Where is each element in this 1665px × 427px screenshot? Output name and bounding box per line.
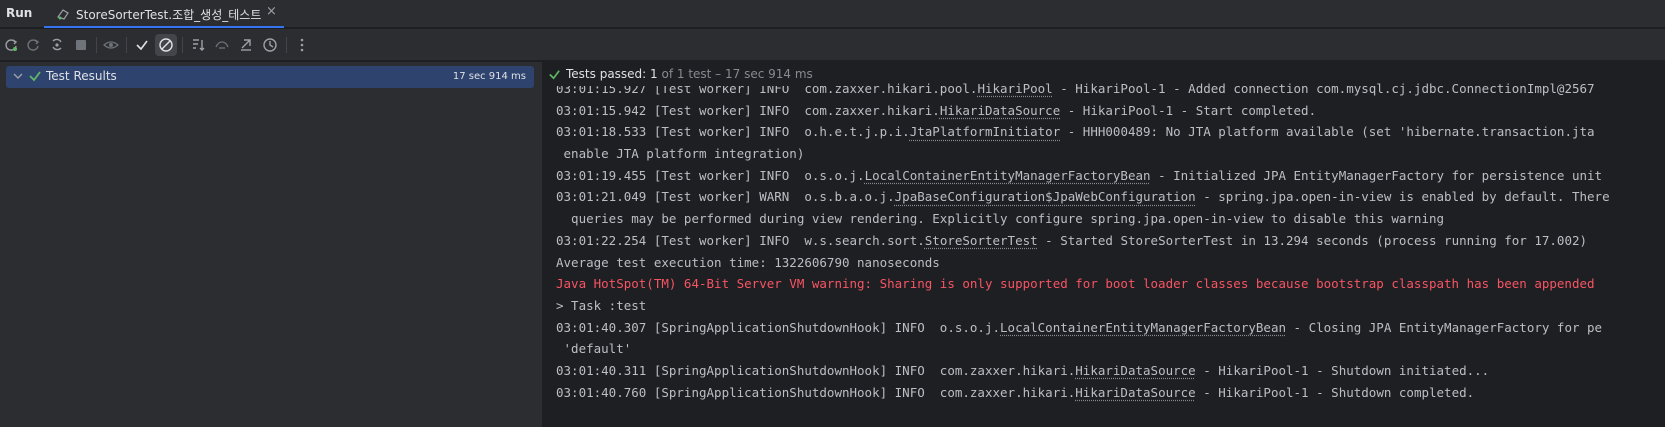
console-line-text: - HikariPool-1 - Added connection com.my… [1052, 81, 1595, 96]
sort-icon[interactable] [187, 34, 209, 56]
show-passed-icon[interactable] [131, 34, 153, 56]
tree-item-label: Test Results [46, 69, 117, 83]
console-line-text: - HHH000489: No JTA platform available (… [1060, 124, 1595, 140]
console-line-text: 'default' [556, 341, 632, 357]
console-class-link[interactable]: StoreSorterTest [925, 233, 1038, 248]
console-line-text: enable JTA platform integration) [556, 146, 805, 162]
console-class-link[interactable]: HikariDataSource [940, 103, 1060, 118]
close-icon[interactable]: × [266, 4, 277, 19]
console-class-link[interactable]: HikariDataSource [1075, 363, 1195, 378]
console-line: 03:01:40.311 [SpringApplicationShutdownH… [556, 360, 1610, 382]
console-line-text: Java HotSpot(TM) 64-Bit Server VM warnin… [556, 276, 1595, 292]
console-line: 03:01:40.307 [SpringApplicationShutdownH… [556, 317, 1610, 339]
console-class-link[interactable]: LocalContainerEntityManagerFactoryBean [1000, 320, 1286, 335]
passed-check-icon [28, 69, 42, 83]
console-line-text: Average test execution time: 1322606790 … [556, 254, 940, 270]
console-line: 03:01:40.760 [SpringApplicationShutdownH… [556, 382, 1610, 404]
console-line: 03:01:15.942 [Test worker] INFO com.zaxx… [556, 100, 1610, 122]
console-line-text: 03:01:19.455 [Test worker] INFO o.s.o.j. [556, 167, 865, 183]
tests-summary: of 1 test – 17 sec 914 ms [657, 67, 813, 81]
console-line-text: - HikariPool-1 - Shutdown completed. [1195, 384, 1475, 400]
toggle-auto-test-icon[interactable] [46, 34, 68, 56]
console-line: 03:01:22.254 [Test worker] INFO w.s.sear… [556, 230, 1610, 252]
console-class-link[interactable]: HikariPool [977, 81, 1052, 96]
tree-item-duration: 17 sec 914 ms [452, 71, 526, 82]
console-line-text: - HikariPool-1 - Shutdown initiated... [1195, 362, 1490, 378]
console-line: > Task :test [556, 295, 1610, 317]
console-line: enable JTA platform integration) [556, 143, 1610, 165]
console-class-link[interactable]: JpaBaseConfiguration$JpaWebConfiguration [895, 189, 1196, 204]
more-icon[interactable] [291, 34, 313, 56]
run-tool-window-title: Run [6, 6, 33, 20]
console-line-text: 03:01:22.254 [Test worker] INFO w.s.sear… [556, 232, 925, 248]
eye-icon[interactable] [100, 34, 122, 56]
console-line-text: 03:01:21.049 [Test worker] WARN o.s.b.a.… [556, 189, 895, 205]
console-line-text: - Closing JPA EntityManagerFactory for p… [1286, 319, 1603, 335]
tab-store-sorter-test[interactable]: StoreSorterTest.조합_생성_테스트 × [44, 0, 284, 28]
test-status-bar: Tests passed: 1 of 1 test – 17 sec 914 m… [544, 62, 824, 86]
toolbar-separator [286, 37, 287, 53]
console-line-text: > Task :test [556, 297, 647, 313]
rerun-failed-icon[interactable] [22, 34, 44, 56]
console-line: 03:01:19.455 [Test worker] INFO o.s.o.j.… [556, 165, 1610, 187]
passed-check-icon [548, 68, 561, 81]
test-config-icon [56, 7, 70, 21]
test-runner-toolbar [0, 29, 1665, 61]
history-icon[interactable] [259, 34, 281, 56]
show-ignored-icon[interactable] [155, 34, 177, 56]
console-line: 03:01:18.533 [Test worker] INFO o.h.e.t.… [556, 121, 1610, 143]
console-output[interactable]: 03:01:15.927 [Test worker] INFO com.zaxx… [556, 78, 1610, 403]
stop-icon[interactable] [70, 34, 92, 56]
tree-item-test-results[interactable]: Test Results 17 sec 914 ms [6, 66, 534, 88]
console-class-link[interactable]: JtaPlatformInitiator [910, 124, 1061, 139]
chevron-down-icon[interactable] [12, 70, 24, 82]
console-line: 03:01:21.049 [Test worker] WARN o.s.b.a.… [556, 186, 1610, 208]
test-tree-panel: Test Results 17 sec 914 ms [0, 62, 543, 427]
console-line-text: 03:01:40.311 [SpringApplicationShutdownH… [556, 362, 1076, 378]
console-line: Average test execution time: 1322606790 … [556, 252, 1610, 274]
console-line: queries may be performed during view ren… [556, 208, 1610, 230]
console-line-text: queries may be performed during view ren… [556, 211, 1445, 227]
console-class-link[interactable]: HikariDataSource [1075, 385, 1195, 400]
console-panel: Tests passed: 1 of 1 test – 17 sec 914 m… [544, 62, 1665, 427]
console-line-text: 03:01:15.942 [Test worker] INFO com.zaxx… [556, 102, 940, 118]
toolbar-separator [182, 37, 183, 53]
rerun-icon[interactable] [0, 34, 22, 56]
tab-label: StoreSorterTest.조합_생성_테스트 [76, 8, 262, 22]
active-tab-indicator [44, 26, 284, 28]
console-line-text: 03:01:40.307 [SpringApplicationShutdownH… [556, 319, 1001, 335]
tool-window-tabbar: Run StoreSorterTest.조합_생성_테스트 × [0, 0, 1665, 28]
console-line: 'default' [556, 338, 1610, 360]
toolbar-separator [126, 37, 127, 53]
console-line-text: - spring.jpa.open-in-view is enabled by … [1195, 189, 1610, 205]
console-class-link[interactable]: LocalContainerEntityManagerFactoryBean [865, 168, 1151, 183]
console-line-text: - Initialized JPA EntityManagerFactory f… [1150, 167, 1603, 183]
console-line: Java HotSpot(TM) 64-Bit Server VM warnin… [556, 273, 1610, 295]
console-line-text: 03:01:40.760 [SpringApplicationShutdownH… [556, 384, 1076, 400]
console-line-text: - HikariPool-1 - Start completed. [1060, 102, 1317, 118]
console-line-text: 03:01:18.533 [Test worker] INFO o.h.e.t.… [556, 124, 910, 140]
console-line-text: - Started StoreSorterTest in 13.294 seco… [1037, 232, 1588, 248]
toolbar-separator [96, 37, 97, 53]
export-icon[interactable] [235, 34, 257, 56]
import-icon[interactable] [211, 34, 233, 56]
tests-passed-text: Tests passed: 1 of 1 test – 17 sec 914 m… [566, 67, 813, 81]
